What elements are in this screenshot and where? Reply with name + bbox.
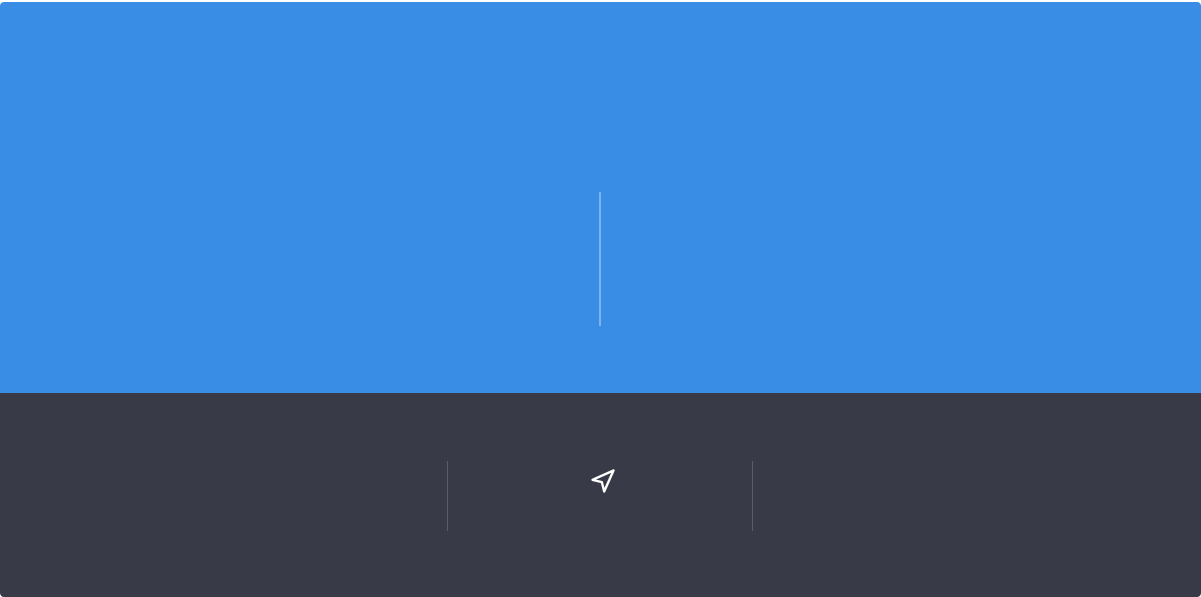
dark-footer-panel <box>0 393 1201 597</box>
left-divider <box>447 461 448 531</box>
vertical-divider <box>599 192 601 326</box>
blue-header-panel <box>0 2 1201 393</box>
right-divider <box>752 461 753 531</box>
app-card <box>0 2 1201 597</box>
navigation-arrow-icon <box>589 467 617 495</box>
navigation-button[interactable] <box>585 464 621 498</box>
